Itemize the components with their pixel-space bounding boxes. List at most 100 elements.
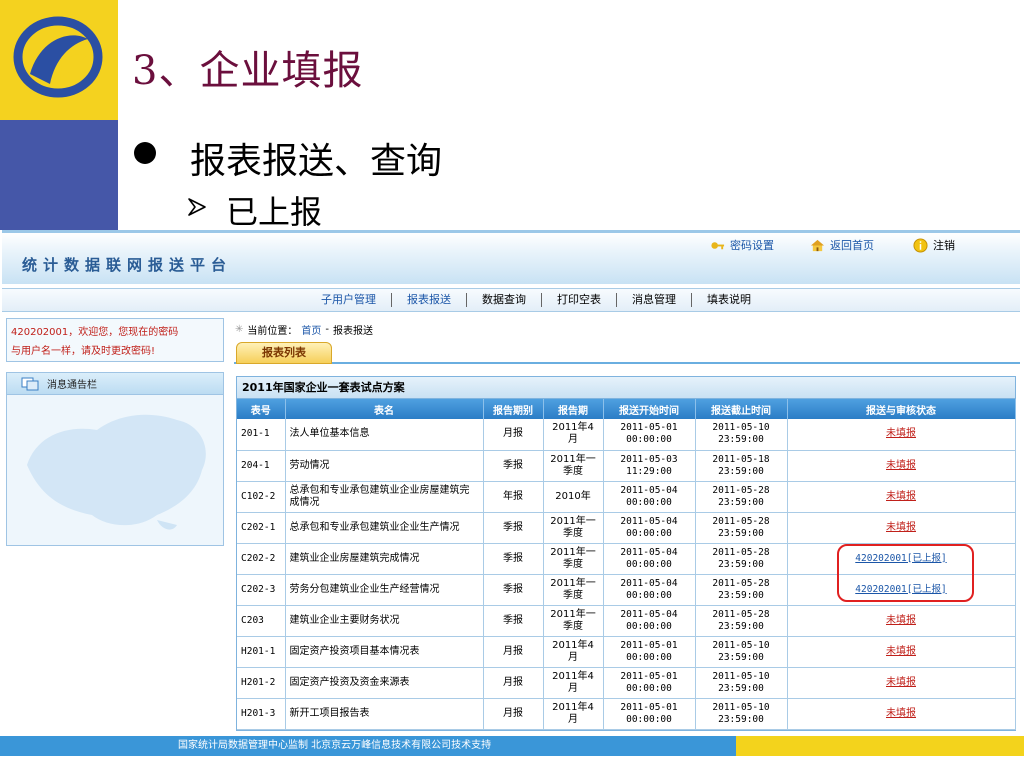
china-map-icon xyxy=(27,414,206,530)
breadcrumb: ✳ 当前位置： 首页 - 报表报送 xyxy=(235,322,373,337)
cell-start: 2011-05-04 00:00:00 xyxy=(603,543,696,575)
cell-end: 2011-05-10 23:59:00 xyxy=(695,419,788,451)
nav-instructions[interactable]: 填表说明 xyxy=(692,293,766,307)
slide: 3、企业填报 报表报送、查询 已上报 统计数据联网报送平台 密码设置 返回首页 … xyxy=(0,0,1024,768)
cell-code: C202-2 xyxy=(237,543,286,575)
nav-print-blank[interactable]: 打印空表 xyxy=(542,293,617,307)
unfilled-status-link[interactable]: 未填报 xyxy=(886,428,916,439)
cell-period-type: 季报 xyxy=(483,574,544,606)
footer-text: 国家统计局数据管理中心监制 北京京云万峰信息技术有限公司技术支持 xyxy=(0,736,736,756)
end-time: 23:59:00 xyxy=(718,713,764,725)
cell-status: 未填报 xyxy=(787,636,1016,668)
home-label: 返回首页 xyxy=(830,239,874,252)
cell-period: 2011年一季度 xyxy=(543,574,604,606)
welcome-line-1: 420202001，欢迎您，您现在的密码 xyxy=(11,327,179,338)
message-icon xyxy=(21,377,39,390)
cell-end: 2011-05-28 23:59:00 xyxy=(695,543,788,575)
cell-name: 总承包和专业承包建筑业企业房屋建筑完成情况 xyxy=(285,481,484,513)
cell-start: 2011-05-03 11:29:00 xyxy=(603,450,696,482)
notice-title: 消息通告栏 xyxy=(47,380,97,391)
unfilled-status-link[interactable]: 未填报 xyxy=(886,491,916,502)
cell-start: 2011-05-01 00:00:00 xyxy=(603,419,696,451)
cell-period: 2011年4月 xyxy=(543,698,604,730)
cell-status: 420202001[已上报] xyxy=(787,574,1016,606)
breadcrumb-home-link[interactable]: 首页 xyxy=(301,322,321,337)
password-settings-label: 密码设置 xyxy=(730,239,774,252)
unfilled-status-link[interactable]: 未填报 xyxy=(886,708,916,719)
col-header-name: 表名 xyxy=(285,399,484,419)
cell-name: 固定资产投资项目基本情况表 xyxy=(285,636,484,668)
col-header-period-type: 报告期别 xyxy=(483,399,544,419)
cell-period-type: 月报 xyxy=(483,636,544,668)
breadcrumb-separator: - xyxy=(325,324,329,335)
logout-label: 注销 xyxy=(933,239,955,252)
report-table-panel: 2011年国家企业一套表试点方案 表号 表名 报告期别 报告期 报送开始时间 报… xyxy=(236,376,1016,731)
table-caption: 2011年国家企业一套表试点方案 xyxy=(237,377,1015,399)
cell-period: 2011年一季度 xyxy=(543,512,604,544)
cell-period-type: 年报 xyxy=(483,481,544,513)
start-date: 2011-05-01 xyxy=(620,670,678,682)
table-row: C202-1 总承包和专业承包建筑业企业生产情况 季报 2011年一季度 2011-05… xyxy=(237,512,1016,544)
slide-blue-block xyxy=(0,120,118,230)
end-time: 23:59:00 xyxy=(718,558,764,570)
end-time: 23:59:00 xyxy=(718,620,764,632)
start-date: 2011-05-04 xyxy=(620,515,678,527)
cell-name: 劳务分包建筑业企业生产经营情况 xyxy=(285,574,484,606)
unfilled-status-link[interactable]: 未填报 xyxy=(886,615,916,626)
cell-period-type: 季报 xyxy=(483,605,544,637)
reported-status-link[interactable]: 420202001[已上报] xyxy=(855,553,946,564)
unfilled-status-link[interactable]: 未填报 xyxy=(886,677,916,688)
logout-link[interactable]: 注销 xyxy=(913,237,955,253)
cell-period: 2011年一季度 xyxy=(543,605,604,637)
cell-start: 2011-05-01 00:00:00 xyxy=(603,667,696,699)
home-link[interactable]: 返回首页 xyxy=(810,237,874,253)
cell-code: H201-2 xyxy=(237,667,286,699)
unfilled-status-link[interactable]: 未填报 xyxy=(886,522,916,533)
unfilled-status-link[interactable]: 未填报 xyxy=(886,646,916,657)
nav-sub-users[interactable]: 子用户管理 xyxy=(306,293,392,307)
reported-status-link[interactable]: 420202001[已上报] xyxy=(855,584,946,595)
tab-bar: 报表列表 xyxy=(234,342,1020,364)
end-time: 23:59:00 xyxy=(718,651,764,663)
table-row: C202-3 劳务分包建筑业企业生产经营情况 季报 2011年一季度 2011-05-0… xyxy=(237,574,1016,606)
cell-status: 未填报 xyxy=(787,512,1016,544)
col-header-status: 报送与审核状态 xyxy=(787,399,1016,419)
end-time: 23:59:00 xyxy=(718,589,764,601)
app-footer: 国家统计局数据管理中心监制 北京京云万峰信息技术有限公司技术支持 xyxy=(0,736,1024,756)
nav-messages[interactable]: 消息管理 xyxy=(617,293,692,307)
start-time: 00:00:00 xyxy=(626,651,672,663)
cell-end: 2011-05-28 23:59:00 xyxy=(695,574,788,606)
cell-end: 2011-05-10 23:59:00 xyxy=(695,667,788,699)
start-time: 00:00:00 xyxy=(626,620,672,632)
end-time: 23:59:00 xyxy=(718,496,764,508)
nav-report-submit[interactable]: 报表报送 xyxy=(392,293,467,307)
cell-period: 2011年4月 xyxy=(543,636,604,668)
password-settings-link[interactable]: 密码设置 xyxy=(710,237,774,253)
cell-period-type: 季报 xyxy=(483,543,544,575)
slide-title: 3、企业填报 xyxy=(132,48,364,94)
cell-end: 2011-05-10 23:59:00 xyxy=(695,636,788,668)
cell-name: 法人单位基本信息 xyxy=(285,419,484,451)
col-header-start: 报送开始时间 xyxy=(603,399,696,419)
nav-data-query[interactable]: 数据查询 xyxy=(467,293,542,307)
end-date: 2011-05-28 xyxy=(712,515,770,527)
end-date: 2011-05-28 xyxy=(712,546,770,558)
cell-start: 2011-05-04 00:00:00 xyxy=(603,512,696,544)
star-icon: ✳ xyxy=(235,324,244,335)
tab-report-list[interactable]: 报表列表 xyxy=(236,342,332,364)
welcome-box: 420202001，欢迎您，您现在的密码 与用户名一样，请及时更改密码! xyxy=(6,318,224,362)
report-table: 表号 表名 报告期别 报告期 报送开始时间 报送截止时间 报送与审核状态 201… xyxy=(237,399,1016,730)
key-icon xyxy=(711,241,725,249)
statistics-logo-icon xyxy=(13,16,103,98)
table-row: C102-2 总承包和专业承包建筑业企业房屋建筑完成情况 年报 2010年 2011-0… xyxy=(237,481,1016,513)
end-date: 2011-05-28 xyxy=(712,577,770,589)
cell-period: 2011年一季度 xyxy=(543,543,604,575)
table-row: C203 建筑业企业主要财务状况 季报 2011年一季度 2011-05-04 00:00… xyxy=(237,605,1016,637)
table-header-row: 表号 表名 报告期别 报告期 报送开始时间 报送截止时间 报送与审核状态 xyxy=(237,399,1016,419)
cell-code: 201-1 xyxy=(237,419,286,451)
cell-period-type: 月报 xyxy=(483,419,544,451)
table-row: H201-1 固定资产投资项目基本情况表 月报 2011年4月 2011-05-01 00… xyxy=(237,636,1016,668)
unfilled-status-link[interactable]: 未填报 xyxy=(886,460,916,471)
bullet-dot-icon xyxy=(134,142,156,164)
start-time: 00:00:00 xyxy=(626,434,672,446)
